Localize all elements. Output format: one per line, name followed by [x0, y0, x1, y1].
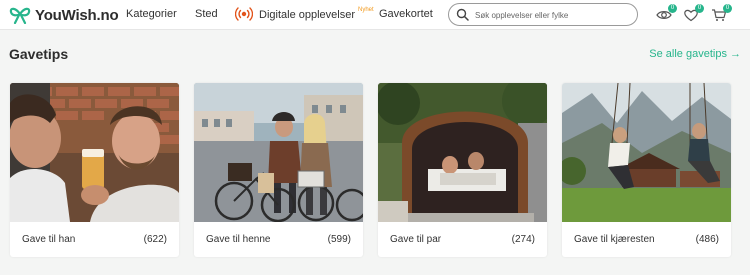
gift-card-partner[interactable]: Gave til kjæresten (486): [562, 83, 731, 257]
card-count: (486): [695, 234, 719, 245]
nav-digitale-label: Digitale opplevelser: [259, 8, 355, 21]
cart-button[interactable]: 0: [711, 4, 732, 22]
live-broadcast-icon: [235, 7, 253, 21]
see-all-link[interactable]: Se alle gavetips →: [649, 48, 741, 60]
card-image: [378, 83, 547, 222]
new-badge: Nyhet: [358, 7, 374, 13]
favorites-button[interactable]: 0: [683, 4, 704, 22]
recently-viewed-button[interactable]: 0: [656, 4, 677, 22]
search-icon: [456, 8, 469, 21]
card-image: [562, 83, 731, 222]
logo[interactable]: YouWish.no: [9, 4, 119, 26]
card-label: Gave til par: [390, 234, 442, 245]
top-navigation-bar: YouWish.no Kategorier Sted Digitale oppl…: [0, 0, 750, 30]
section-title: Gavetips: [9, 46, 69, 62]
nav-kategorier[interactable]: Kategorier: [126, 8, 177, 20]
nav-gavekortet[interactable]: Gavekortet: [379, 8, 433, 20]
card-count: (274): [511, 234, 535, 245]
card-image: [10, 83, 179, 222]
card-label: Gave til han: [22, 234, 76, 245]
card-image: [194, 83, 363, 222]
gift-card-him[interactable]: Gave til han (622): [10, 83, 179, 257]
card-count: (599): [327, 234, 351, 245]
viewed-count-badge: 0: [668, 4, 677, 13]
card-label: Gave til henne: [206, 234, 271, 245]
cart-count-badge: 0: [723, 4, 732, 13]
card-count: (622): [143, 234, 167, 245]
nav-digitale-opplevelser[interactable]: Digitale opplevelser Nyhet: [235, 5, 374, 23]
gift-card-couple[interactable]: Gave til par (274): [378, 83, 547, 257]
brand-name: YouWish.no: [35, 6, 119, 24]
search-input[interactable]: [475, 8, 633, 22]
card-label: Gave til kjæresten: [574, 234, 655, 245]
favorites-count-badge: 0: [695, 4, 704, 13]
nav-sted[interactable]: Sted: [195, 8, 218, 20]
search-box[interactable]: [448, 3, 638, 26]
gift-card-her[interactable]: Gave til henne (599): [194, 83, 363, 257]
ribbon-bow-icon: [9, 7, 31, 24]
